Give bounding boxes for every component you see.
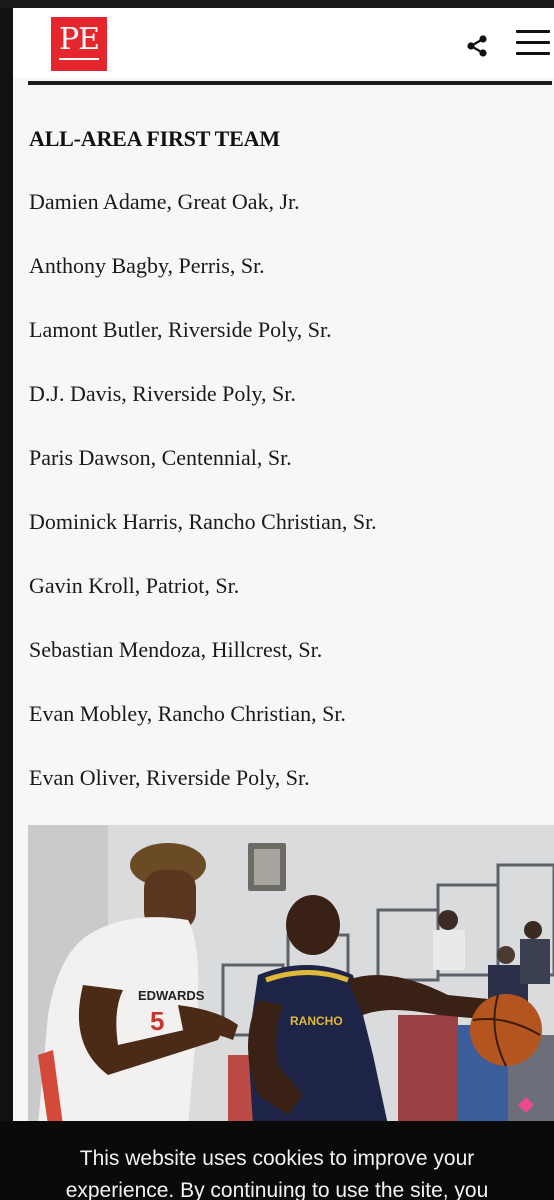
player-item: Lamont Butler, Riverside Poly, Sr. xyxy=(29,317,332,342)
site-header: PE xyxy=(13,8,554,78)
cookie-consent-banner[interactable]: This website uses cookies to improve you… xyxy=(0,1121,554,1200)
section-title: ALL-AREA FIRST TEAM xyxy=(29,126,280,151)
player-item: Gavin Kroll, Patriot, Sr. xyxy=(29,573,240,598)
player-item: Damien Adame, Great Oak, Jr. xyxy=(29,189,300,214)
jersey-left-number: 5 xyxy=(150,1006,164,1036)
player-item: Anthony Bagby, Perris, Sr. xyxy=(29,253,265,278)
logo-underline xyxy=(59,57,99,60)
hamburger-line xyxy=(516,52,550,55)
menu-button[interactable] xyxy=(516,30,550,58)
jersey-right-text: RANCHO xyxy=(290,1014,343,1028)
share-button[interactable] xyxy=(465,34,489,58)
jersey-left-text: EDWARDS xyxy=(138,988,205,1003)
player-item: Evan Mobley, Rancho Christian, Sr. xyxy=(29,701,346,726)
logo-text: PE xyxy=(58,21,100,57)
player-item: D.J. Davis, Riverside Poly, Sr. xyxy=(29,381,296,406)
article-page: PE ALL-AREA FIRST TEAM Damien Adame, Gre… xyxy=(13,8,554,1200)
cookie-banner-text-line2: experience. By continuing to use the sit… xyxy=(65,1179,489,1200)
basketball-photo: EDWARDS 5 RANCHO xyxy=(28,825,554,1125)
player-item: Paris Dawson, Centennial, Sr. xyxy=(29,445,292,470)
hamburger-line xyxy=(516,41,550,44)
hamburger-menu-icon xyxy=(516,30,550,33)
player-item: Sebastian Mendoza, Hillcrest, Sr. xyxy=(29,637,323,662)
header-rule xyxy=(28,81,552,85)
player-item: Evan Oliver, Riverside Poly, Sr. xyxy=(29,765,310,790)
player-item: Dominick Harris, Rancho Christian, Sr. xyxy=(29,509,377,534)
cookie-banner-text-line1: This website uses cookies to improve you… xyxy=(79,1147,475,1170)
pe-logo[interactable]: PE xyxy=(51,17,107,71)
top-strip xyxy=(0,0,554,8)
share-icon xyxy=(467,35,487,57)
article-photo[interactable]: EDWARDS 5 RANCHO xyxy=(28,825,554,1125)
